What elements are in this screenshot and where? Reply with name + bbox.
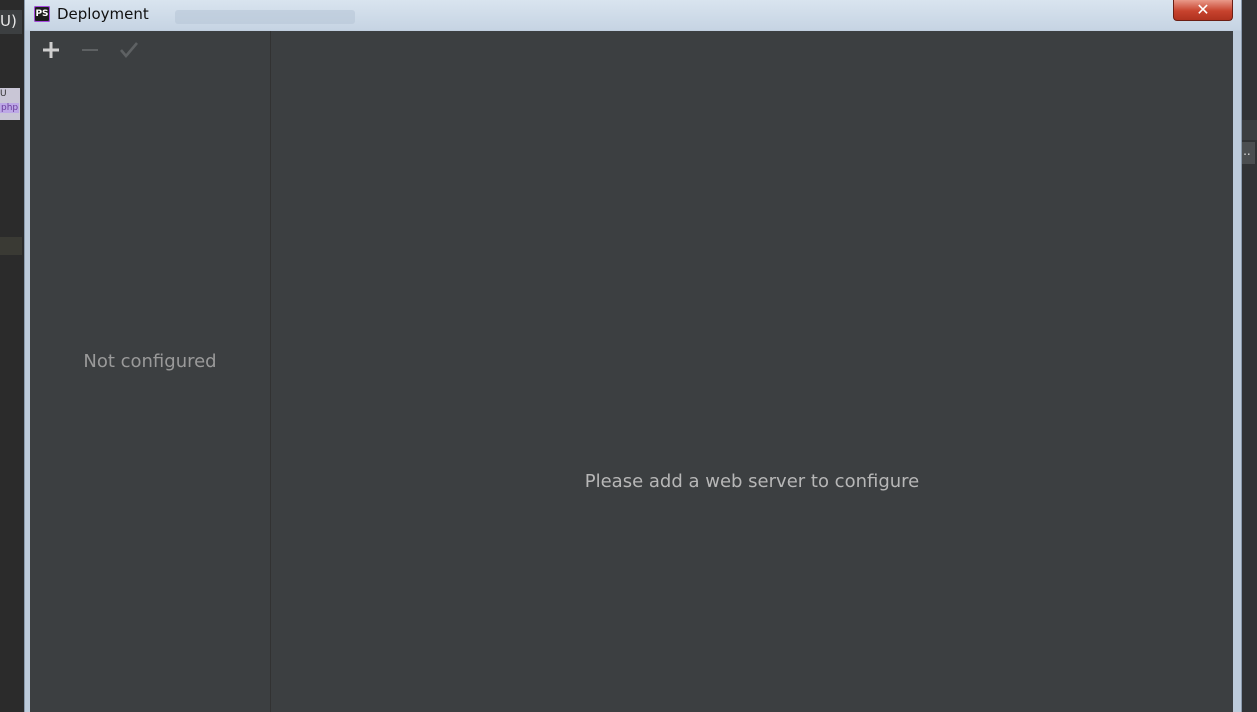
background-ide-left: U) U php [0, 0, 24, 712]
server-list-panel: Not configured [30, 31, 271, 712]
dialog-content: Not configured Please add a web server t… [30, 31, 1233, 712]
editor-tab-fragment[interactable]: U php [0, 88, 20, 120]
not-configured-text: Not configured [83, 351, 217, 372]
add-server-message: Please add a web server to configure [584, 471, 920, 492]
checkmark-icon [120, 42, 138, 59]
add-server-button[interactable] [38, 37, 64, 63]
remove-server-button[interactable] [77, 37, 103, 63]
server-config-panel: Please add a web server to configure [271, 31, 1233, 712]
server-list-toolbar [30, 31, 270, 69]
tab-fragment-text: U [0, 89, 7, 99]
phpstorm-app-icon: PS [34, 6, 50, 22]
apply-default-button[interactable] [116, 37, 142, 63]
php-file-tag: php [0, 103, 20, 113]
close-button[interactable]: ✕ [1173, 0, 1233, 21]
dialog-title: Deployment [57, 5, 149, 23]
line-highlight [0, 237, 22, 255]
minus-icon [82, 49, 98, 51]
title-bar[interactable]: PS Deployment ✕ [25, 0, 1241, 30]
menu-fragment: U) [0, 10, 22, 34]
title-bar-blur [175, 10, 355, 24]
plus-icon [43, 42, 59, 58]
deployment-dialog: PS Deployment ✕ Not configured Please ad… [24, 0, 1242, 712]
